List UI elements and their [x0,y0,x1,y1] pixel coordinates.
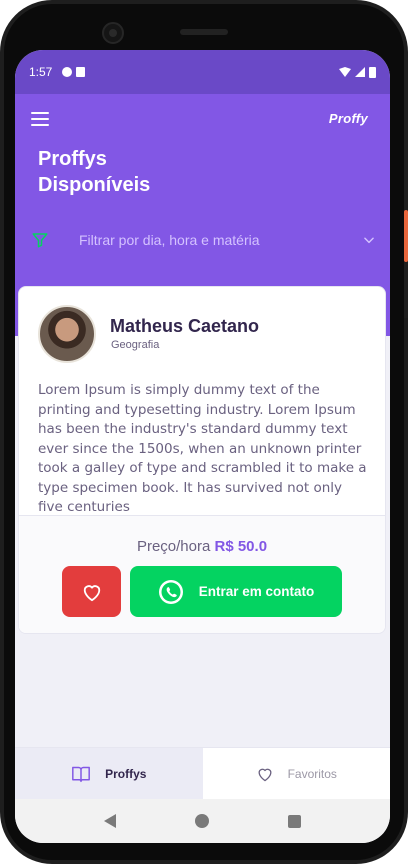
phone-frame: 1:57 Proffy Proffys Disponíveis Filtrar … [0,0,408,864]
notification-icon [62,67,73,77]
book-icon [72,766,90,782]
tab-proffys[interactable]: Proffys [15,748,203,799]
price-row: Preço/hora R$ 50.0 [19,538,385,555]
brand-logo: Proffy [328,111,368,126]
android-nav-bar [15,799,390,843]
whatsapp-icon [158,579,183,604]
teacher-bio: Lorem Ipsum is simply dummy text of the … [38,382,367,515]
heart-icon [83,584,100,601]
contact-button-label: Entrar em contato [198,584,315,599]
app-screen: 1:57 Proffy Proffys Disponíveis Filtrar … [15,50,390,843]
recent-apps-icon[interactable] [287,814,301,828]
avatar [38,305,96,363]
home-icon[interactable] [194,814,209,828]
menu-icon[interactable] [31,112,49,126]
teacher-name: Matheus Caetano [110,316,260,336]
teacher-subject: Geografia [111,339,160,351]
page-title-line1: Proffys [38,148,107,170]
page-title-line2: Disponíveis [38,174,151,196]
wifi-icon [339,67,351,77]
filter-label: Filtrar por dia, hora e matéria [79,232,260,248]
filter-toggle[interactable]: Filtrar por dia, hora e matéria [31,226,376,254]
earpiece-speaker [180,29,228,35]
price-label: Preço/hora [136,538,211,555]
tab-favoritos-label: Favoritos [287,766,337,781]
tab-proffys-label: Proffys [105,766,147,781]
heart-icon [258,768,272,781]
tab-favoritos[interactable]: Favoritos [202,748,390,799]
bottom-tab-bar: Proffys Favoritos [15,747,390,799]
favorite-button[interactable] [62,566,121,617]
sd-card-icon [76,67,86,77]
status-time: 1:57 [29,65,53,79]
page-title: Proffys Disponíveis [38,146,238,198]
status-bar: 1:57 [15,50,390,94]
back-icon[interactable] [104,814,117,828]
signal-icon [355,67,365,77]
filter-icon [32,233,48,248]
chevron-down-icon [364,237,374,244]
battery-icon [369,66,376,78]
power-button [404,210,408,262]
front-camera [102,22,124,44]
card-footer: Preço/hora R$ 50.0 Entrar em contato [19,515,385,633]
contact-button[interactable]: Entrar em contato [130,566,342,617]
status-indicators [339,66,376,78]
teacher-card: Matheus Caetano Geografia Lorem Ipsum is… [18,286,386,634]
volume-button [404,318,408,440]
price-value: R$ 50.0 [214,538,268,555]
